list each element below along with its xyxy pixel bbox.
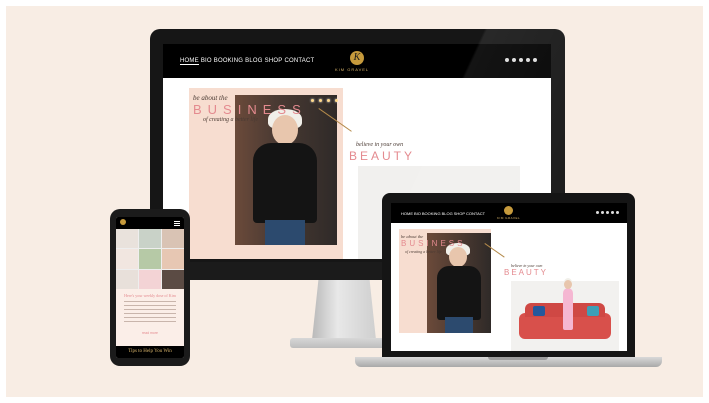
laptop-logo-text: KIM GRAVEL: [497, 216, 521, 220]
text-line: [124, 305, 176, 306]
teal-pillow: [587, 306, 599, 316]
laptop-hero-beauty-text: BEAUTY: [504, 268, 549, 277]
phone-logo-badge[interactable]: [120, 219, 126, 225]
string-lights: [311, 99, 338, 102]
text-line: [124, 317, 176, 318]
phone-footer-banner: Tips to Help You Win: [116, 346, 184, 358]
laptop-nav-contact[interactable]: CONTACT: [466, 211, 485, 216]
laptop-hero-photo: [427, 233, 491, 333]
photo-grid: [116, 229, 184, 289]
laptop-logo-badge[interactable]: [504, 206, 513, 215]
nav-contact[interactable]: CONTACT: [284, 58, 314, 65]
twitter-icon[interactable]: [601, 211, 604, 214]
text-line: [124, 313, 176, 314]
text-line: [124, 309, 176, 310]
laptop-nav-shop[interactable]: SHOP: [454, 211, 465, 216]
grid-photo[interactable]: [139, 249, 161, 269]
laptop-nav-blog[interactable]: BLOG: [442, 211, 453, 216]
nav-blog[interactable]: BLOG: [245, 58, 262, 65]
grid-photo[interactable]: [162, 229, 184, 249]
laptop-nav-home[interactable]: HOME: [401, 211, 413, 216]
laptop-nav: HOME BIO BOOKING BLOG SHOP CONTACT: [401, 211, 485, 216]
grid-photo[interactable]: [139, 229, 161, 249]
text-line: [124, 301, 176, 302]
logo-text: KIM GRAVEL: [335, 67, 370, 72]
laptop-hero-creating-text: of creating a better life: [405, 249, 442, 254]
nav-shop[interactable]: SHOP: [265, 58, 283, 65]
text-line: [124, 321, 176, 322]
grid-photo[interactable]: [162, 269, 184, 289]
nav-bio[interactable]: BIO: [201, 58, 212, 65]
grid-photo[interactable]: [162, 249, 184, 269]
hero-creating-text: of creating a better life: [203, 117, 259, 123]
grid-photo[interactable]: [116, 229, 138, 249]
facebook-icon[interactable]: [606, 211, 609, 214]
grid-photo[interactable]: [116, 249, 138, 269]
nav-home[interactable]: HOME: [180, 58, 199, 65]
phone-header: [116, 217, 184, 229]
main-nav: HOME BIO BOOKING BLOG SHOP CONTACT: [180, 58, 314, 65]
hero-business-text: BUSINESS: [193, 102, 307, 117]
pinterest-icon[interactable]: [611, 211, 614, 214]
youtube-icon[interactable]: [616, 211, 619, 214]
hero-believe-text: believe in your own: [356, 142, 404, 148]
blue-pillow: [533, 306, 545, 316]
imac-stand: [312, 280, 376, 340]
laptop-nav-booking[interactable]: BOOKING: [422, 211, 441, 216]
seated-woman: [563, 280, 573, 330]
instagram-icon[interactable]: [596, 211, 599, 214]
laptop-notch: [488, 357, 548, 360]
laptop-site-header: HOME BIO BOOKING BLOG SHOP CONTACT KIM G…: [391, 203, 627, 223]
hamburger-menu-icon[interactable]: [174, 221, 180, 222]
grid-photo[interactable]: [116, 269, 138, 289]
logo-badge[interactable]: K: [350, 51, 364, 65]
laptop-nav-bio[interactable]: BIO: [414, 211, 421, 216]
read-more-link[interactable]: read more: [116, 331, 184, 335]
phone-section-heading: Here's your weekly dose of Kim: [124, 293, 176, 298]
laptop-hero-business-text: BUSINESS: [401, 239, 466, 248]
phone-screen: Here's your weekly dose of Kim read more…: [116, 217, 184, 358]
phone-footer-text: Tips to Help You Win: [128, 349, 172, 354]
laptop-social-icons: [596, 211, 619, 214]
grid-photo[interactable]: [139, 269, 161, 289]
hero-about-text: be about the: [193, 94, 228, 102]
nav-booking[interactable]: BOOKING: [214, 58, 243, 65]
laptop-screen: HOME BIO BOOKING BLOG SHOP CONTACT KIM G…: [391, 203, 627, 351]
